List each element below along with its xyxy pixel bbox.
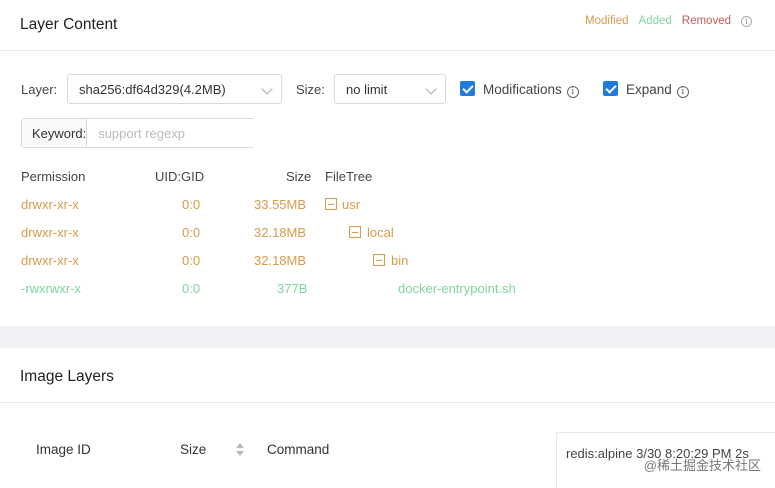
legend-removed: Removed [681,15,731,27]
layer-select-value: sha256:df64d329(4.2MB) [79,82,226,97]
layer-select[interactable]: sha256:df64d329(4.2MB) [67,74,282,104]
layer-content-header: Layer Content Modified Added Removed i [0,0,775,51]
size-label: Size: [296,82,325,97]
expand-info-icon[interactable]: i [676,86,689,98]
row-uidgid: 0:0 [182,281,201,296]
collapse-toggle-icon[interactable] [373,254,385,266]
collapse-toggle-icon[interactable] [349,226,361,238]
legend-added: Added [638,15,672,27]
row-size: 32.18MB [254,253,307,268]
chevron-down-icon [261,83,273,95]
keyword-input[interactable] [87,119,275,147]
layer-label: Layer: [21,82,58,97]
expand-label: Expand [626,82,672,97]
row-permission: -rwxrwxr-x [21,281,81,296]
tree-node-name: usr [342,197,361,212]
legend-info-icon[interactable]: i [741,15,752,27]
collapse-toggle-icon[interactable] [325,198,337,210]
row-permission: drwxr-xr-x [21,197,79,212]
keyword-filter: Keyword: [21,118,275,148]
col-permission: Permission [21,169,86,184]
modifications-label: Modifications [483,82,562,97]
col-uidgid: UID:GID [155,169,205,184]
tree-node-name: local [367,225,394,240]
watermark: @稀土掘金技术社区 [643,458,761,473]
row-size: 32.18MB [254,225,307,240]
layer-content-title: Layer Content [20,16,118,33]
image-layers-title: Image Layers [20,368,114,385]
status-legend: Modified Added Removed i [575,15,752,27]
image-layers-header: Image Layers [0,348,775,403]
row-permission: drwxr-xr-x [21,253,79,268]
tree-node-name: docker-entrypoint.sh [398,281,516,296]
row-uidgid: 0:0 [182,197,201,212]
col-filetree: FileTree [325,169,373,184]
keyword-label: Keyword: [22,119,88,147]
tree-node-name: bin [391,253,409,268]
size-select[interactable]: no limit [334,74,446,104]
modifications-info-icon[interactable]: i [566,86,579,98]
col-command: Command [267,442,330,457]
row-size: 33.55MB [254,197,307,212]
row-permission: drwxr-xr-x [21,225,79,240]
row-uidgid: 0:0 [182,253,201,268]
size-select-value: no limit [346,82,388,97]
col-size[interactable]: Size [180,442,206,457]
legend-modified: Modified [585,15,629,27]
modifications-option[interactable]: Modifications i [483,82,579,98]
expand-option[interactable]: Expand i [626,82,689,98]
expand-checkbox[interactable] [603,81,618,96]
modifications-checkbox[interactable] [460,81,475,96]
col-size: Size [286,169,312,184]
row-uidgid: 0:0 [182,225,201,240]
row-size: 377B [277,281,308,296]
col-image-id: Image ID [36,442,91,457]
sort-icon[interactable] [236,443,244,457]
section-separator [0,326,775,348]
chevron-down-icon [425,83,437,95]
